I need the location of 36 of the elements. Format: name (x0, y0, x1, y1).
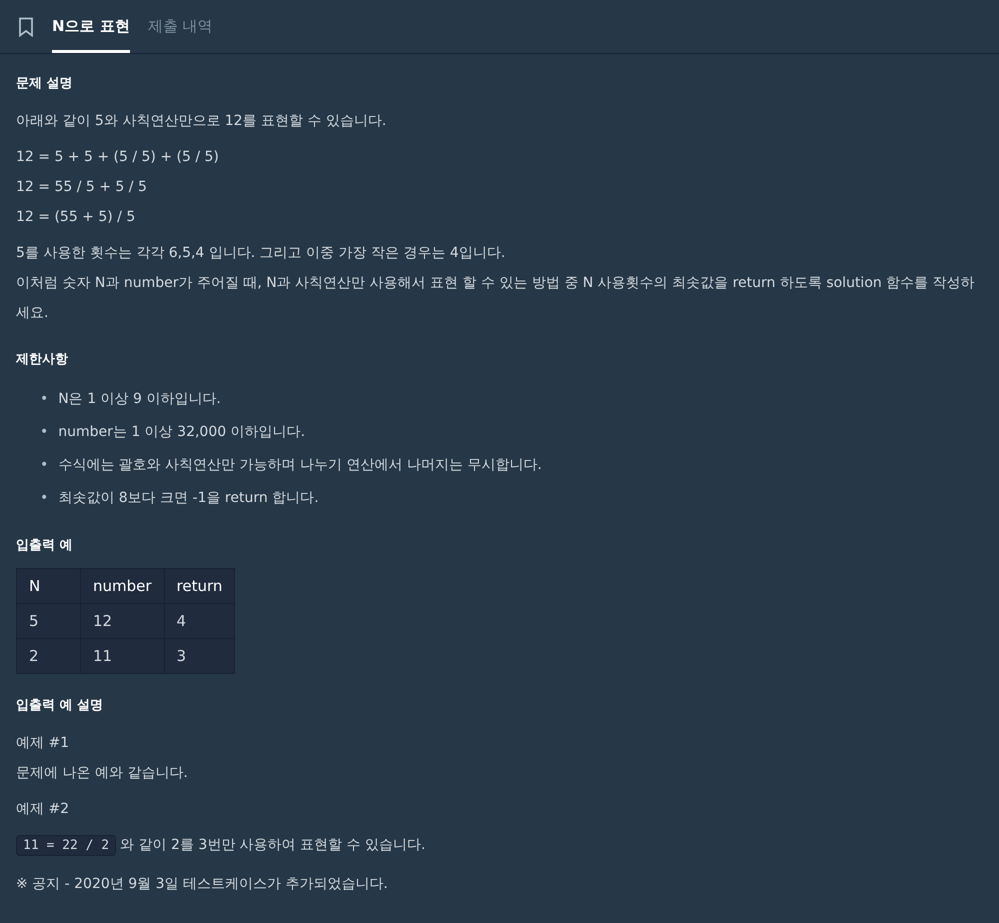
table-cell: 3 (164, 638, 235, 674)
table-header: number (80, 568, 164, 604)
bullet: • (40, 422, 48, 442)
list-item: 수식에는 괄호와 사칙연산만 가능하며 나누기 연산에서 나머지는 무시합니다. (58, 456, 542, 474)
text-line: 아래와 같이 5와 사칙연산만으로 12를 표현할 수 있습니다. (16, 112, 388, 131)
table-header: return (164, 568, 235, 604)
tab[interactable]: N으로 표현 (52, 0, 130, 53)
bullet: • (40, 488, 48, 508)
table-cell: 5 (16, 604, 80, 638)
text-line: 이처럼 숫자 N과 number가 주어질 때, N과 사칙연산만 사용해서 표현 할 수 있는 방법 중 N 사용횟수의 최솟값을 return 하도록 solution 함수를 작성하세요. (16, 274, 976, 323)
list-item: 최솟값이 8보다 크면 -1을 return 합니다. (58, 488, 319, 508)
table-cell: 11 (80, 638, 164, 674)
text-line: 12 = 5 + 5 + (5 / 5) + (5 / 5) (16, 148, 220, 167)
text-line: 문제에 나온 예와 같습니다. (16, 764, 189, 783)
section-heading: 제한사항 (16, 351, 69, 368)
table-cell: 4 (164, 604, 235, 638)
table-cell: 2 (16, 638, 80, 674)
text-line: 12 = (55 + 5) / 5 (16, 208, 136, 227)
table-cell: 12 (80, 604, 164, 638)
section-heading: 입출력 예 (16, 537, 74, 554)
inline-code: 11 = 22 / 2 (16, 835, 116, 856)
bullet: • (40, 456, 48, 474)
section-heading: 입출력 예 설명 (16, 697, 104, 714)
text-line: 예제 #1 (16, 734, 70, 753)
bookmark-icon[interactable] (18, 16, 34, 36)
list-item: number는 1 이상 32,000 이하입니다. (58, 422, 306, 442)
text-line: 12 = 55 / 5 + 5 / 5 (16, 178, 148, 197)
text-line: 와 같이 2를 3번만 사용하여 표현할 수 있습니다. (120, 837, 426, 853)
tab[interactable]: 제출 내역 (148, 0, 213, 53)
list-item: N은 1 이상 9 이하입니다. (58, 390, 221, 408)
table-header: N (16, 568, 80, 604)
bullet: • (40, 390, 48, 408)
text-line: 예제 #2 (16, 800, 70, 819)
section-heading: 문제 설명 (16, 75, 74, 92)
text-line: ※ 공지 - 2020년 9월 3일 테스트케이스가 추가되었습니다. (16, 875, 389, 894)
text-line: 5를 사용한 횟수는 각각 6,5,4 입니다. 그리고 이중 가장 작은 경우는 4입니다. (16, 244, 506, 263)
